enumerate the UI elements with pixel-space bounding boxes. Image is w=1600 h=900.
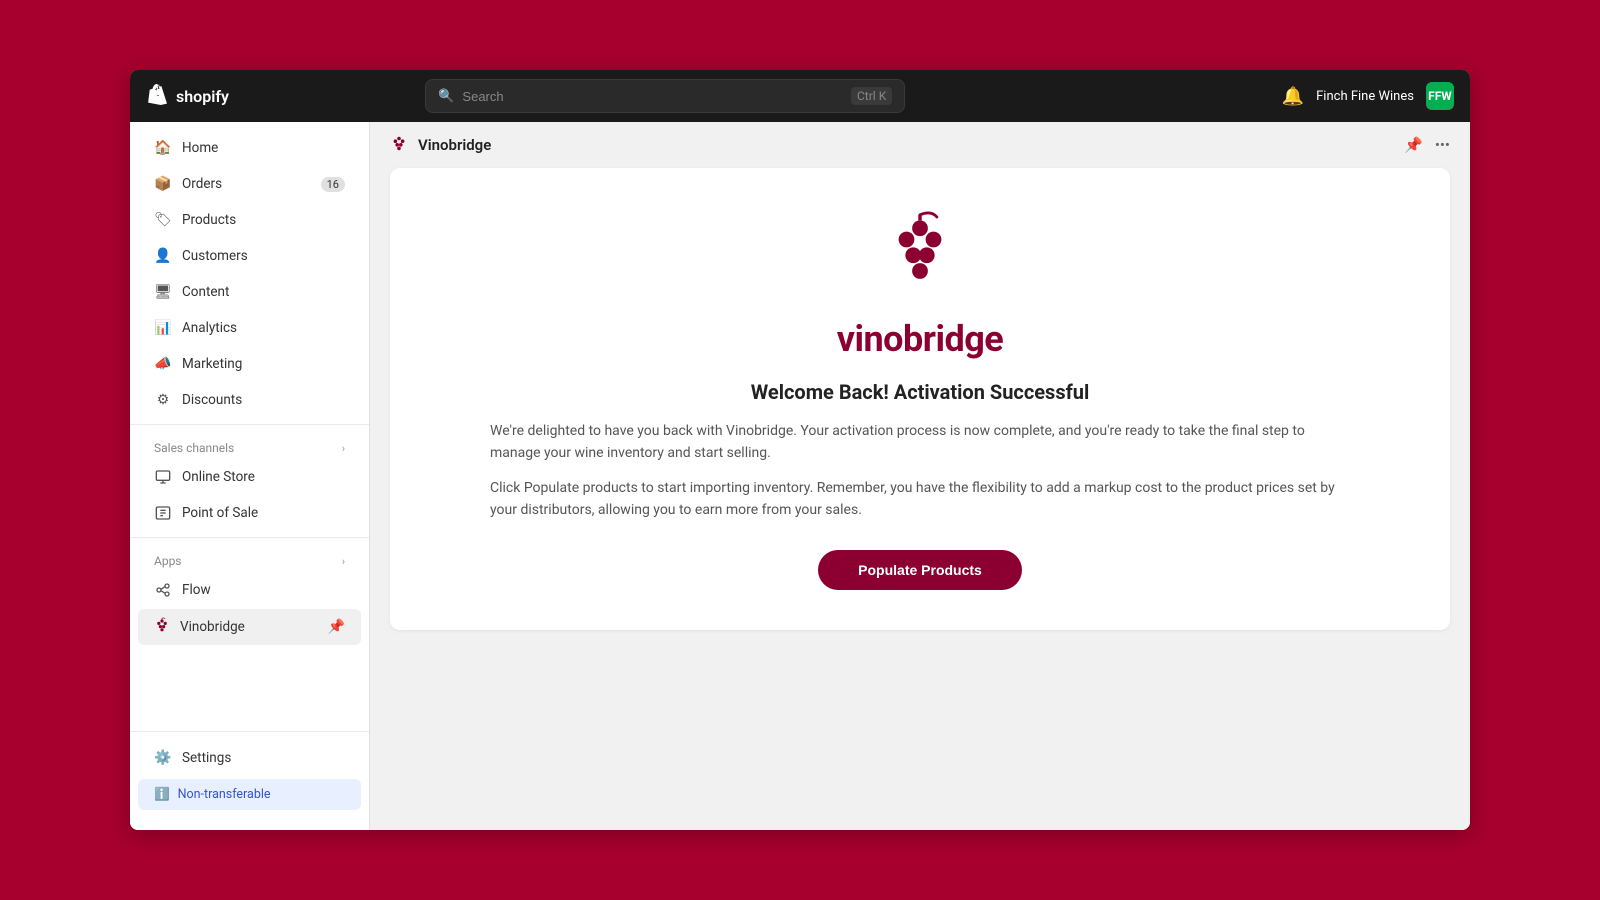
card-body-2: Click Populate products to start importi… [490,477,1350,522]
discounts-icon: ⚙ [154,391,172,409]
sidebar-item-content[interactable]: 🖥 Content [138,275,361,309]
sidebar-item-flow[interactable]: Flow [138,573,361,607]
search-shortcut: Ctrl K [851,87,892,105]
sidebar-label-orders: Orders [182,176,222,192]
point-of-sale-icon [154,504,172,522]
flow-icon [154,581,172,599]
orders-icon: 📦 [154,175,172,193]
sidebar-label-analytics: Analytics [182,320,237,336]
sidebar-label-vinobridge: Vinobridge [180,619,245,635]
content-header: Vinobridge 📌 ••• [370,122,1470,168]
vinobridge-sidebar-icon [154,617,170,637]
vinobridge-logo-container [875,208,965,302]
more-options-icon[interactable]: ••• [1435,136,1450,154]
page-title: Vinobridge [418,136,491,154]
sidebar-item-home[interactable]: 🏠 Home [138,131,361,165]
store-avatar[interactable]: FFW [1426,82,1454,110]
main-card: vinobridge Welcome Back! Activation Succ… [390,168,1450,630]
sidebar-label-flow: Flow [182,582,211,598]
apps-chevron-icon[interactable]: › [342,555,345,568]
sidebar-divider-1 [130,424,369,425]
sidebar-item-settings[interactable]: ⚙️ Settings [138,741,361,775]
marketing-icon: 📣 [154,355,172,373]
pin-header-icon[interactable]: 📌 [1404,136,1423,154]
vinobridge-logo-text: vinobridge [837,318,1004,360]
vinobridge-grape-logo [875,208,965,298]
notification-bell-icon[interactable]: 🔔 [1282,86,1304,107]
apps-section: Apps › [130,544,369,572]
settings-icon: ⚙️ [154,749,172,767]
sidebar-item-customers[interactable]: 👤 Customers [138,239,361,273]
sales-channels-chevron-icon[interactable]: › [342,442,345,455]
home-icon: 🏠 [154,139,172,157]
shopify-logo[interactable]: shopify [146,84,229,108]
analytics-icon: 📊 [154,319,172,337]
content-icon: 🖥 [154,283,172,301]
top-bar-right: 🔔 Finch Fine Wines FFW [1282,82,1454,110]
card-title: Welcome Back! Activation Successful [751,380,1090,404]
sidebar-item-vinobridge[interactable]: Vinobridge 📌 [138,609,361,645]
populate-products-button[interactable]: Populate Products [818,550,1022,590]
sidebar-item-online-store[interactable]: Online Store [138,460,361,494]
sidebar-item-orders[interactable]: 📦 Orders 16 [138,167,361,201]
sidebar-bottom: ⚙️ Settings ℹ️ Non-transferable [130,731,369,822]
sidebar-label-customers: Customers [182,248,248,264]
sidebar-item-point-of-sale[interactable]: Point of Sale [138,496,361,530]
sidebar-label-home: Home [182,140,218,156]
customers-icon: 👤 [154,247,172,265]
shopify-text: shopify [176,87,229,106]
sidebar-label-content: Content [182,284,229,300]
card-body-1: We're delighted to have you back with Vi… [490,420,1350,465]
sidebar-label-discounts: Discounts [182,392,242,408]
store-name: Finch Fine Wines [1316,89,1414,104]
content-header-right: 📌 ••• [1404,136,1450,154]
sidebar-label-products: Products [182,212,236,228]
sidebar-divider-2 [130,537,369,538]
sales-channels-section: Sales channels › [130,431,369,459]
sidebar-label-point-of-sale: Point of Sale [182,505,258,521]
sidebar-label-online-store: Online Store [182,469,255,485]
sidebar-label-settings: Settings [182,750,231,766]
shopify-logo-icon [146,84,170,108]
sidebar-item-analytics[interactable]: 📊 Analytics [138,311,361,345]
sales-channels-label: Sales channels [154,441,234,455]
sidebar-item-products[interactable]: 🏷 Products [138,203,361,237]
main-area: 🏠 Home 📦 Orders 16 🏷 Products 👤 Customer… [130,122,1470,830]
vinobridge-pin-icon[interactable]: 📌 [328,619,345,635]
vinobridge-header-icon [390,134,408,156]
orders-badge: 16 [321,177,345,192]
content-header-left: Vinobridge [390,134,491,156]
info-icon: ℹ️ [154,787,170,802]
non-transferable-label: Non-transferable [178,787,271,802]
products-icon: 🏷 [154,211,172,229]
search-icon: 🔍 [438,89,454,104]
sidebar-item-marketing[interactable]: 📣 Marketing [138,347,361,381]
content-area: Vinobridge 📌 ••• [370,122,1470,830]
non-transferable-banner: ℹ️ Non-transferable [138,779,361,810]
sidebar-item-discounts[interactable]: ⚙ Discounts [138,383,361,417]
online-store-icon [154,468,172,486]
sidebar-label-marketing: Marketing [182,356,242,372]
top-bar: shopify 🔍 Ctrl K 🔔 Finch Fine Wines FFW [130,70,1470,122]
search-bar[interactable]: 🔍 Ctrl K [425,79,905,113]
search-input[interactable] [462,89,843,104]
apps-label: Apps [154,554,182,568]
sidebar: 🏠 Home 📦 Orders 16 🏷 Products 👤 Customer… [130,122,370,830]
